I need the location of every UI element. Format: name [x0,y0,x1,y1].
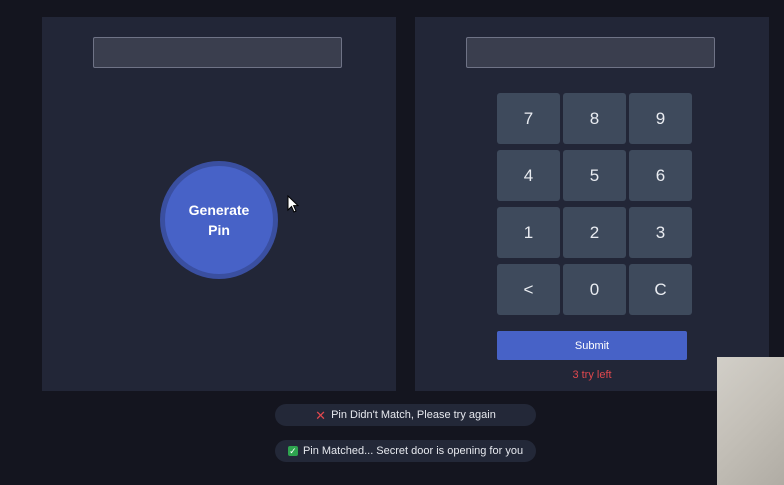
pin-match-notification: ✓ Pin Matched... Secret door is opening … [275,440,536,462]
green-check-icon: ✓ [287,446,298,456]
key-9[interactable]: 9 [629,93,692,144]
pin-verifier-panel: 7 8 9 4 5 6 1 2 3 < 0 C Submit 3 try lef… [415,17,769,391]
generate-pin-label: Generate Pin [188,202,250,238]
key-clear[interactable]: C [629,264,692,315]
tries-left-text: 3 try left [572,369,612,381]
key-7[interactable]: 7 [497,93,560,144]
generate-pin-ring: Generate Pin [160,161,278,279]
key-3[interactable]: 3 [629,207,692,258]
key-1[interactable]: 1 [497,207,560,258]
key-backspace[interactable]: < [497,264,560,315]
key-4[interactable]: 4 [497,150,560,201]
key-5[interactable]: 5 [563,150,626,201]
key-6[interactable]: 6 [629,150,692,201]
submit-button[interactable]: Submit [497,331,687,360]
key-8[interactable]: 8 [563,93,626,144]
pin-mismatch-text: Pin Didn't Match, Please try again [331,409,496,421]
pin-match-text: Pin Matched... Secret door is opening fo… [302,445,524,457]
generate-pin-button[interactable]: Generate Pin [165,166,273,274]
mouse-pointer-icon [287,194,300,218]
typed-pin-input[interactable] [466,37,715,68]
x-mark-icon: ✕ [315,407,327,423]
pin-generator-panel: Generate Pin [42,17,396,391]
webcam-overlay [717,357,784,485]
generated-pin-display [93,37,342,68]
pin-mismatch-notification: ✕ Pin Didn't Match, Please try again [275,404,536,426]
key-2[interactable]: 2 [563,207,626,258]
key-0[interactable]: 0 [563,264,626,315]
keypad: 7 8 9 4 5 6 1 2 3 < 0 C [497,93,692,315]
